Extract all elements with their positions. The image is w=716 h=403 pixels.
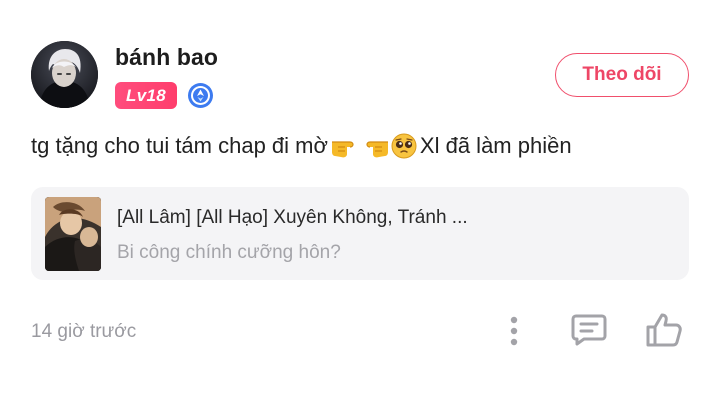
pointing-right-icon xyxy=(331,141,354,158)
emoji-group xyxy=(330,132,418,160)
username[interactable]: bánh bao xyxy=(115,44,218,71)
post-text: tg tặng cho tui tám chap đi mờ Xl đã làm… xyxy=(31,132,572,160)
verified-badge-icon xyxy=(187,82,214,109)
post-text-end: Xl đã làm phiền xyxy=(419,133,572,158)
level-badge: Lv18 xyxy=(115,82,177,109)
comment-icon[interactable] xyxy=(571,313,607,347)
comic-cover-image xyxy=(45,197,101,271)
follow-button[interactable]: Theo dõi xyxy=(555,53,689,97)
pleading-face-icon xyxy=(391,133,417,159)
comic-subtitle: Bi công chính cưỡng hôn? xyxy=(117,242,341,263)
comic-link-card[interactable]: [All Lâm] [All Hạo] Xuyên Không, Tránh .… xyxy=(31,187,689,280)
like-thumbs-up-icon[interactable] xyxy=(645,312,683,348)
comic-title: [All Lâm] [All Hạo] Xuyên Không, Tránh .… xyxy=(117,207,468,228)
post-card: bánh bao Lv18 Theo dõi tg tặng cho tui t… xyxy=(0,0,716,403)
avatar[interactable] xyxy=(31,41,98,108)
post-timestamp: 14 giờ trước xyxy=(31,321,137,342)
more-options-icon[interactable] xyxy=(500,315,528,347)
avatar-image xyxy=(31,41,98,108)
post-text-main: tg tặng cho tui tám chap đi mờ xyxy=(31,133,328,158)
pointing-left-icon xyxy=(366,141,388,158)
